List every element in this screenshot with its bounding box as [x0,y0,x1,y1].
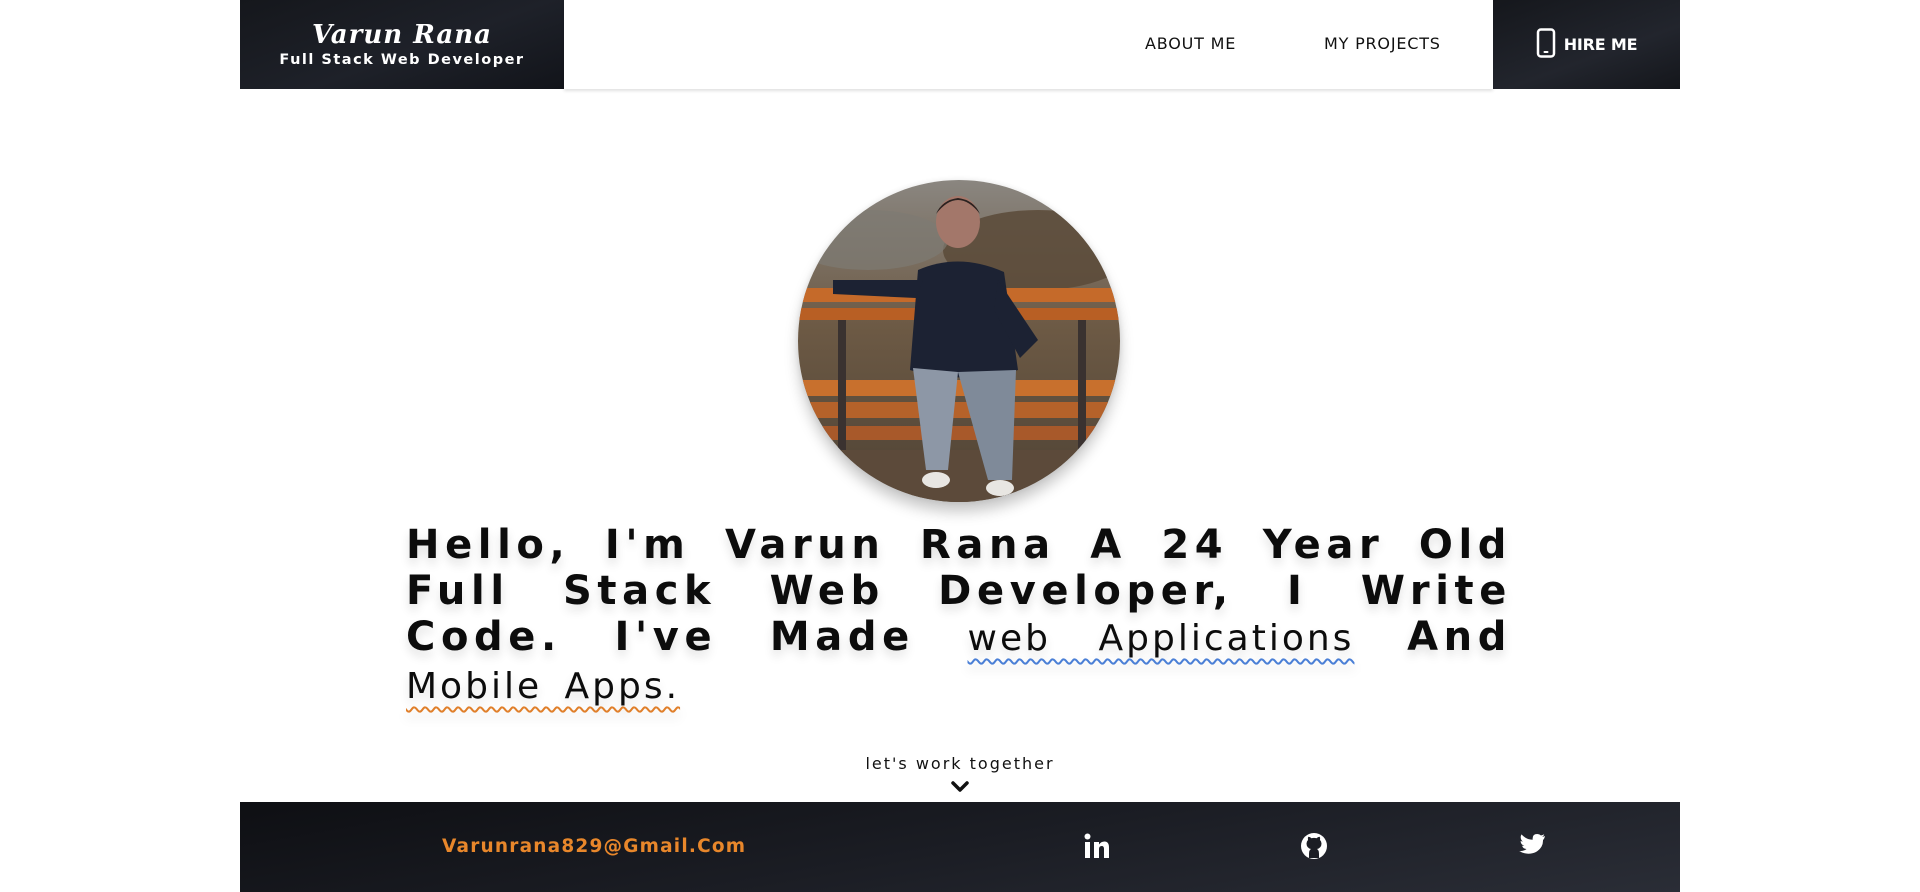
github-icon[interactable] [1300,832,1328,864]
email-link[interactable]: Varunrana829@Gmail.Com [442,836,746,857]
highlight-mobile-apps: Mobile Apps. [406,666,681,707]
chevron-down-icon[interactable] [951,778,969,797]
brand-name: Varun Rana [312,20,492,50]
brand-role: Full Stack Web Developer [279,52,525,68]
nav-my-projects[interactable]: MY PROJECTS [1324,34,1441,53]
footer: Varunrana829@Gmail.Com [240,802,1680,892]
intro-heading: Hello, I'm Varun Rana A 24 Year Old Full… [406,522,1512,710]
cta-text: let's work together [865,754,1055,773]
highlight-web-applications: web Applications [967,618,1355,659]
top-navbar: ABOUT ME MY PROJECTS [564,0,1493,89]
twitter-icon[interactable] [1517,832,1547,862]
linkedin-icon[interactable] [1083,832,1111,864]
hire-me-label: HIRE ME [1563,35,1638,54]
hire-me-button[interactable]: HIRE ME [1493,0,1680,89]
phone-icon [1536,27,1556,62]
avatar [798,180,1120,502]
brand-logo[interactable]: Varun Rana Full Stack Web Developer [240,0,564,89]
intro-connector: And [1407,614,1512,660]
page: Varun Rana Full Stack Web Developer ABOU… [0,0,1920,892]
nav-about-me[interactable]: ABOUT ME [1145,34,1236,53]
